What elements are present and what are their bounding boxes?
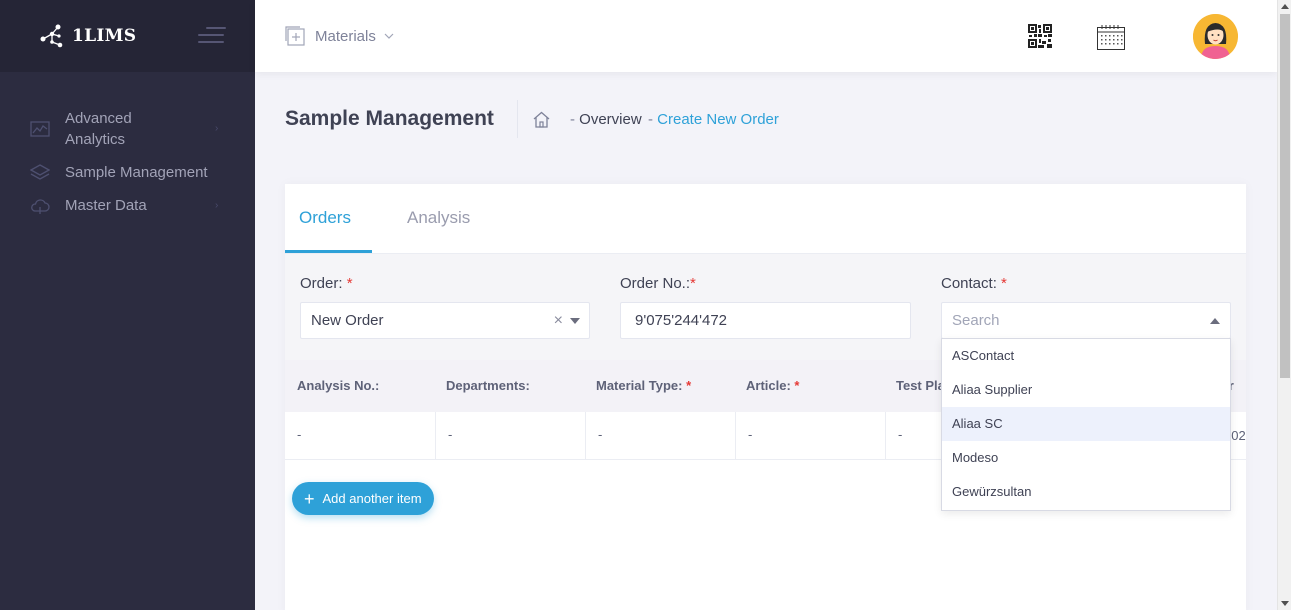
add-another-item-button[interactable]: + Add another item <box>292 482 434 515</box>
layers-icon <box>30 163 50 180</box>
brand-bar: 1LIMS <box>0 0 255 72</box>
materials-label: Materials <box>315 27 376 45</box>
page-scrollbar[interactable] <box>1277 0 1291 610</box>
dropdown-option-highlighted[interactable]: Aliaa SC <box>942 407 1230 441</box>
plus-icon: + <box>304 488 315 509</box>
page-title: Sample Management <box>285 107 494 130</box>
col-analysis-no: Analysis No.: <box>297 378 380 393</box>
order-label: Order: * <box>300 275 353 292</box>
top-header: Materials <box>255 0 1277 72</box>
divider <box>517 100 518 138</box>
scroll-up-arrow[interactable] <box>1281 4 1289 9</box>
chevron-down-icon <box>570 318 580 324</box>
scroll-down-arrow[interactable] <box>1281 601 1289 606</box>
sidebar-item-label: Sample Management <box>65 164 208 181</box>
sidebar-nav: Advanced Analytics › Sample Management M… <box>0 72 255 216</box>
order-no-field[interactable]: 9'075'244'472 <box>620 302 911 339</box>
chart-icon <box>30 121 50 137</box>
qr-code-icon[interactable] <box>1028 24 1052 48</box>
scroll-thumb[interactable] <box>1280 14 1290 378</box>
sidebar-item-advanced-analytics[interactable]: Advanced Analytics › <box>0 108 255 150</box>
order-select[interactable]: New Order × <box>300 302 590 339</box>
active-tab-indicator <box>285 250 372 253</box>
col-material-type: Material Type: * <box>596 378 692 393</box>
materials-menu[interactable]: Materials <box>285 26 394 46</box>
logo-icon <box>40 24 63 48</box>
avatar-image <box>1193 14 1238 59</box>
sidebar-item-label: Master Data <box>65 197 147 214</box>
dropdown-option[interactable]: Aliaa Supplier <box>942 373 1230 407</box>
cloud-icon <box>31 198 50 214</box>
tab-orders[interactable]: Orders <box>299 208 351 228</box>
tab-analysis[interactable]: Analysis <box>407 208 470 228</box>
cell-analysis-no[interactable]: - <box>285 412 436 460</box>
tab-bar: Orders Analysis <box>285 184 1246 254</box>
contact-search-input[interactable]: Search <box>941 302 1231 339</box>
chevron-right-icon: › <box>215 123 219 134</box>
brand-name: 1LIMS <box>72 26 137 46</box>
col-departments: Departments: <box>446 378 530 393</box>
sidebar-item-sample-management[interactable]: Sample Management <box>0 162 255 183</box>
user-avatar[interactable] <box>1193 14 1238 59</box>
col-article: Article: * <box>746 378 800 393</box>
add-box-icon <box>285 26 305 46</box>
dropdown-option[interactable]: Gewürzsultan <box>942 475 1230 509</box>
contact-label: Contact: * <box>941 275 1007 292</box>
home-icon[interactable] <box>533 111 550 128</box>
sidebar: 1LIMS Advanced Analytics › Sample Manage… <box>0 0 255 610</box>
cell-material-type[interactable]: - <box>586 412 736 460</box>
breadcrumb-create-new-order[interactable]: - Create New Order <box>648 111 779 128</box>
cell-departments[interactable]: - <box>436 412 586 460</box>
dropdown-option[interactable]: Modeso <box>942 441 1230 475</box>
clear-icon[interactable]: × <box>554 303 563 338</box>
col-test-plan: Test Pla <box>896 378 945 393</box>
cell-article[interactable]: - <box>736 412 886 460</box>
sidebar-toggle-icon[interactable] <box>198 27 226 45</box>
order-no-label: Order No.:* <box>620 275 696 292</box>
contact-dropdown: ASContact Aliaa Supplier Aliaa SC Modeso… <box>941 338 1231 511</box>
chevron-up-icon <box>1210 318 1220 324</box>
chevron-right-icon: › <box>215 199 219 211</box>
breadcrumb-overview[interactable]: - Overview <box>570 111 642 128</box>
dropdown-option[interactable]: ASContact <box>942 339 1230 373</box>
calendar-icon[interactable] <box>1097 24 1125 50</box>
chevron-down-icon <box>384 33 394 39</box>
sidebar-item-label: Advanced Analytics <box>65 110 132 148</box>
sidebar-item-master-data[interactable]: Master Data › <box>0 195 255 216</box>
